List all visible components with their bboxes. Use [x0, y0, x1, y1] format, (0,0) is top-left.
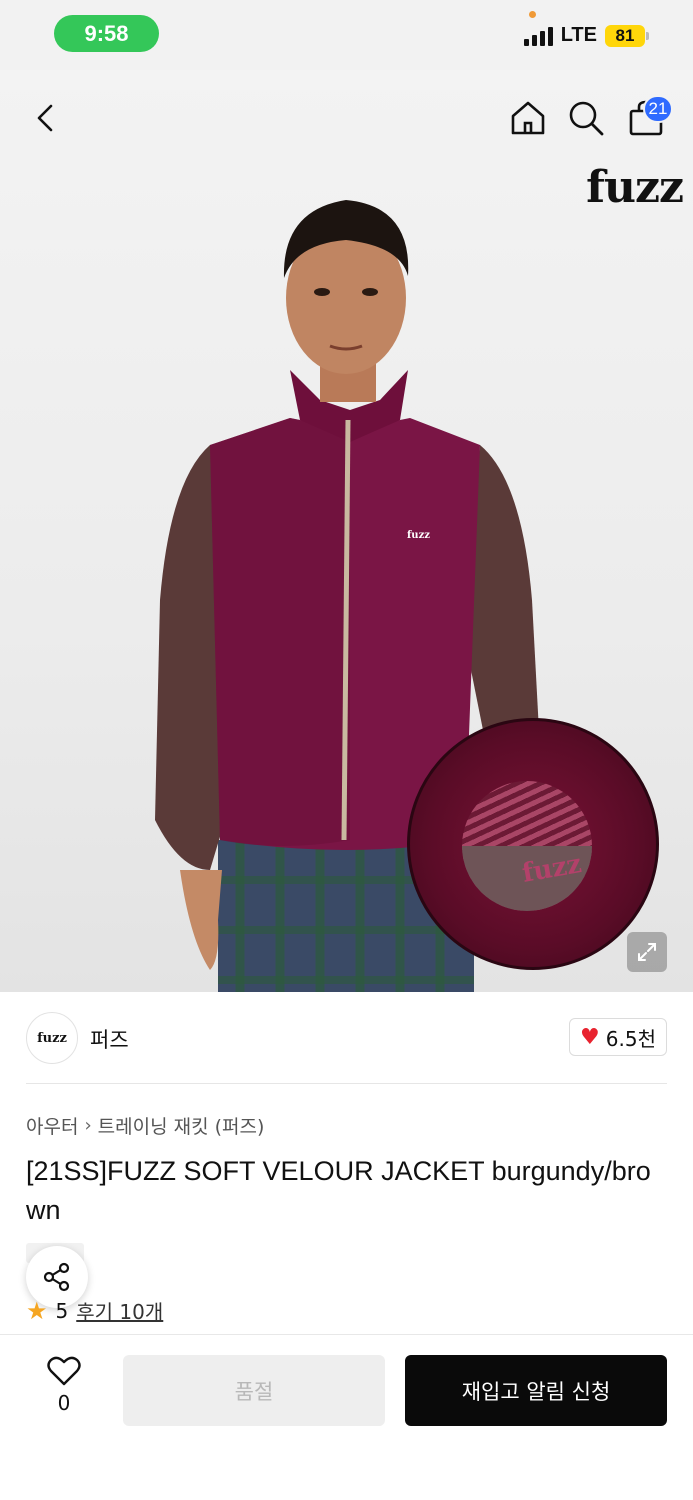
- heart-outline-icon: [47, 1356, 81, 1386]
- breadcrumb-category[interactable]: 아우터: [26, 1112, 78, 1139]
- breadcrumb-subcategory[interactable]: 트레이닝 재킷 (퍼즈): [98, 1112, 265, 1139]
- product-image[interactable]: 21 fuzz fuzz fuzz: [0, 70, 693, 992]
- star-icon: ★: [26, 1296, 48, 1325]
- rating-score: 5: [55, 1298, 69, 1323]
- brand-like-count: 6.5천: [605, 1026, 656, 1051]
- status-time: 9:58: [54, 15, 159, 52]
- cart-count-badge: 21: [643, 95, 673, 123]
- home-button[interactable]: [508, 98, 548, 138]
- battery-icon: 81: [605, 24, 649, 47]
- chest-logo: fuzz: [407, 530, 430, 541]
- brand-name[interactable]: 퍼즈: [90, 1024, 129, 1054]
- chevron-right-icon: ›: [84, 1115, 92, 1136]
- brand-like-button[interactable]: ♥ 6.5천: [569, 1018, 667, 1056]
- heart-filled-icon: ♥: [580, 1024, 600, 1050]
- expand-image-button[interactable]: [627, 932, 667, 972]
- restock-alert-button[interactable]: 재입고 알림 신청: [405, 1355, 667, 1426]
- fabric-detail-zoom: fuzz: [407, 718, 659, 970]
- divider: [26, 1083, 667, 1084]
- brand-avatar[interactable]: fuzz: [26, 1012, 78, 1064]
- signal-icon: [523, 26, 553, 46]
- breadcrumb: 아우터 › 트레이닝 재킷 (퍼즈): [26, 1112, 264, 1139]
- home-icon: [511, 101, 545, 135]
- brand-logo: fuzz: [586, 162, 684, 213]
- privacy-indicator: [529, 11, 536, 18]
- search-icon: [569, 101, 604, 136]
- battery-level: 81: [605, 24, 645, 47]
- status-bar: 9:58 LTE 81: [0, 0, 693, 70]
- review-link[interactable]: 후기 10개: [76, 1296, 163, 1325]
- chevron-left-icon: [37, 104, 53, 132]
- search-button[interactable]: [566, 98, 606, 138]
- bottom-action-bar: 0 품절 재입고 알림 신청: [0, 1334, 693, 1500]
- share-icon: [43, 1262, 70, 1292]
- expand-icon: [638, 943, 656, 961]
- back-button[interactable]: [28, 100, 64, 136]
- brand-row[interactable]: fuzz 퍼즈 ♥ 6.5천: [26, 1010, 667, 1066]
- status-indicators: LTE 81: [523, 24, 649, 47]
- network-type: LTE: [560, 24, 597, 46]
- rating-row: ★ 5 후기 10개: [26, 1296, 163, 1325]
- soldout-button: 품절: [123, 1355, 385, 1426]
- wishlist-button[interactable]: 0: [40, 1355, 88, 1419]
- wishlist-count: 0: [57, 1391, 71, 1415]
- product-title: [21SS]FUZZ SOFT VELOUR JACKET burgundy/b…: [26, 1156, 651, 1225]
